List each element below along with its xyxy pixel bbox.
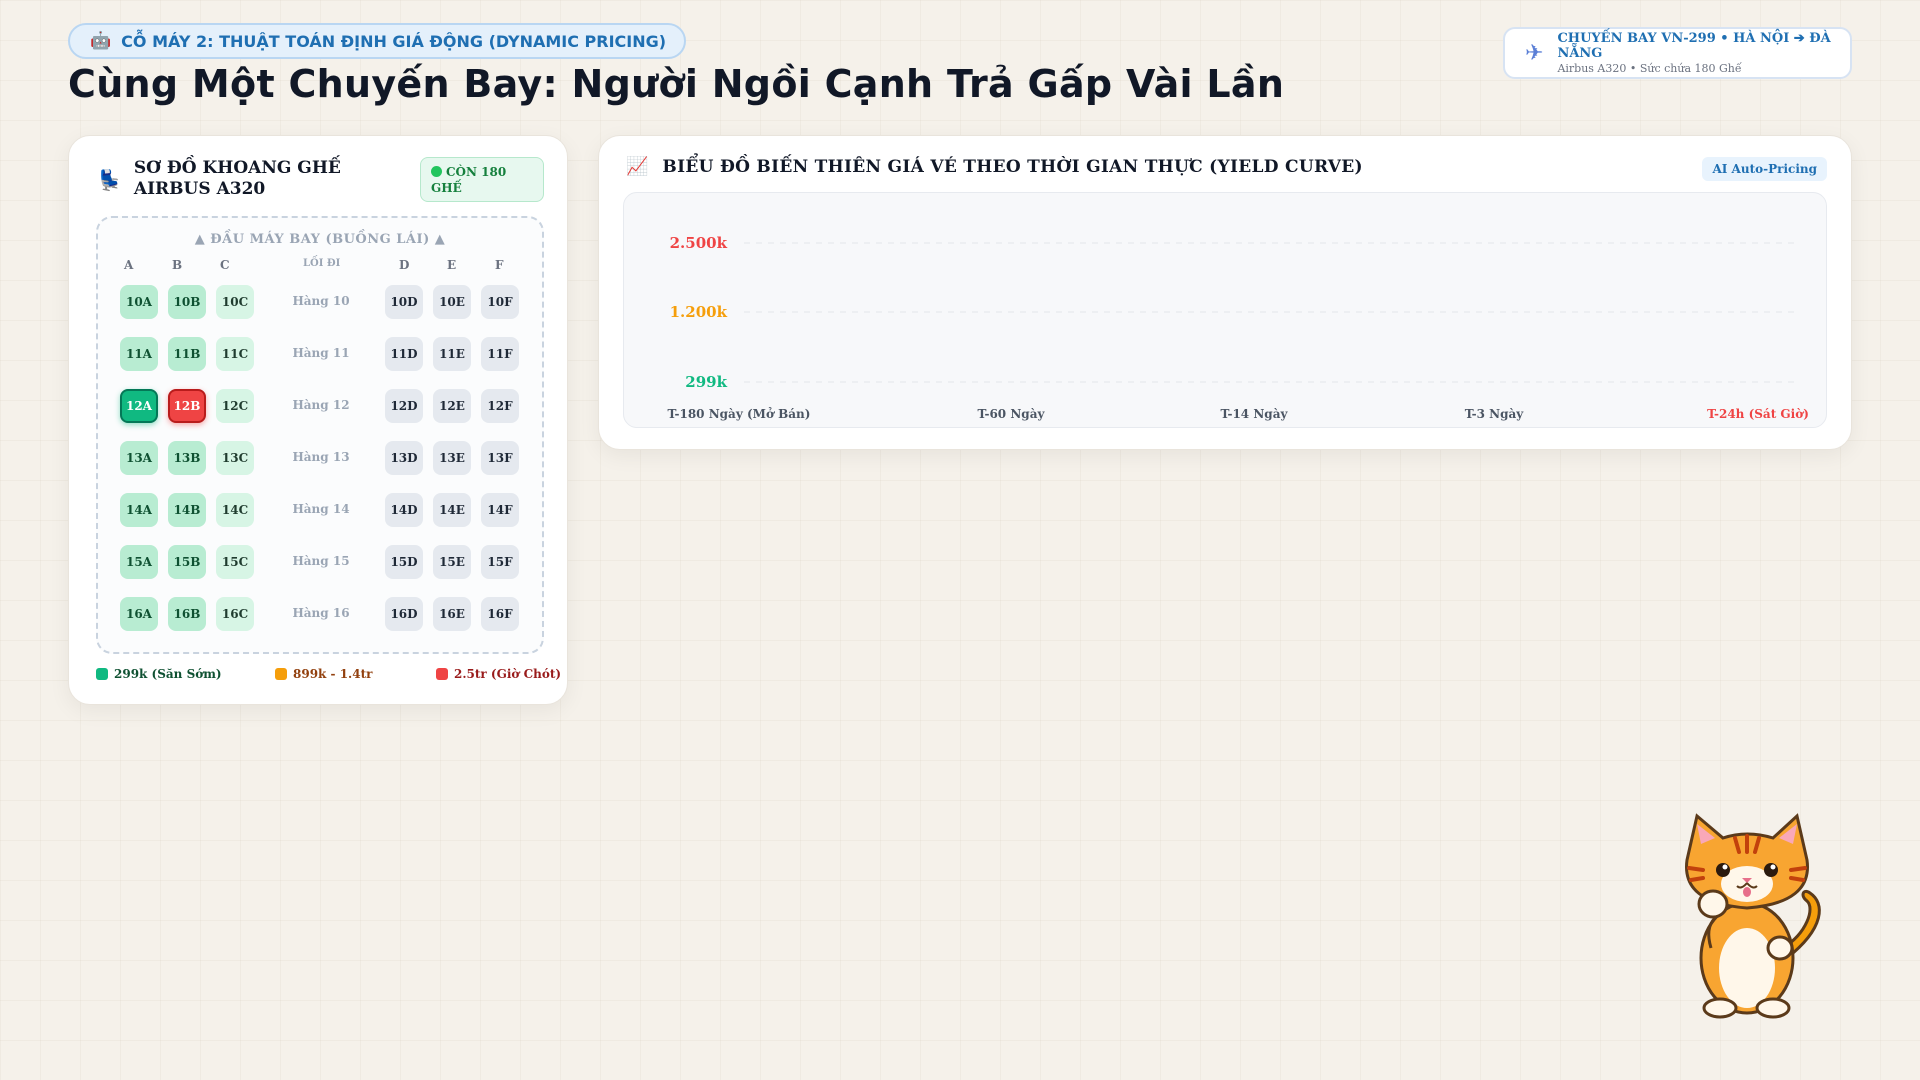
legend-swatch — [96, 668, 108, 680]
seat-16a[interactable]: 16A — [120, 597, 158, 631]
legend-swatch — [436, 668, 448, 680]
seat-14a[interactable]: 14A — [120, 493, 158, 527]
seat-11d[interactable]: 11D — [385, 337, 423, 371]
legend-swatch — [275, 668, 287, 680]
seat-16f[interactable]: 16F — [481, 597, 519, 631]
x-tick-label: T-60 Ngày — [978, 407, 1046, 421]
y-tick-label: 1.200k — [670, 303, 728, 321]
row-label: Hàng 12 — [292, 398, 350, 412]
legend-item: 2.5tr (Giờ Chót) — [436, 667, 561, 681]
seat-13d[interactable]: 13D — [385, 441, 423, 475]
x-tick-label: T-3 Ngày — [1465, 407, 1525, 421]
seat-15b[interactable]: 15B — [168, 545, 206, 579]
seat-icon: 💺 — [97, 168, 122, 192]
seat-10a[interactable]: 10A — [120, 285, 158, 319]
seat-11e[interactable]: 11E — [433, 337, 471, 371]
legend-label: 299k (Săn Sớm) — [114, 667, 222, 681]
seat-11c[interactable]: 11C — [216, 337, 254, 371]
seat-14d[interactable]: 14D — [385, 493, 423, 527]
x-tick-label: T-24h (Sát Giờ) — [1707, 407, 1809, 421]
column-letter-c: C — [220, 258, 230, 272]
row-label: Hàng 10 — [292, 294, 350, 308]
legend-item: 899k - 1.4tr — [275, 667, 372, 681]
chart-header: 📈 BIỂU ĐỒ BIẾN THIÊN GIÁ VÉ THEO THỜI GI… — [626, 156, 1363, 177]
seat-12a[interactable]: 12A — [120, 389, 158, 423]
robot-icon: 🤖 — [90, 31, 112, 51]
seat-10f[interactable]: 10F — [481, 285, 519, 319]
seat-15f[interactable]: 15F — [481, 545, 519, 579]
seat-13a[interactable]: 13A — [120, 441, 158, 475]
seat-14e[interactable]: 14E — [433, 493, 471, 527]
seat-10c[interactable]: 10C — [216, 285, 254, 319]
seat-16e[interactable]: 16E — [433, 597, 471, 631]
aisle-label: LỐI ĐI — [303, 258, 341, 269]
seat-14b[interactable]: 14B — [168, 493, 206, 527]
section-badge-label: CỖ MÁY 2: THUẬT TOÁN ĐỊNH GIÁ ĐỘNG (DYNA… — [121, 31, 667, 51]
seat-12e[interactable]: 12E — [433, 389, 471, 423]
seat-map-header: 💺 SƠ ĐỒ KHOANG GHẾ AIRBUS A320 — [97, 158, 404, 200]
remaining-seats-badge: CÒN 180 GHẾ — [420, 157, 544, 202]
legend-item: 299k (Săn Sớm) — [96, 667, 222, 681]
column-letter-e: E — [447, 258, 457, 272]
airplane-icon: ✈ — [1525, 40, 1544, 66]
seat-16b[interactable]: 16B — [168, 597, 206, 631]
seat-map-title: SƠ ĐỒ KHOANG GHẾ AIRBUS A320 — [133, 158, 341, 199]
section-badge: 🤖 CỖ MÁY 2: THUẬT TOÁN ĐỊNH GIÁ ĐỘNG (DY… — [68, 23, 687, 59]
column-letter-d: D — [399, 258, 410, 272]
yield-curve-chart: 2.500k 1.200k 299k T-180 Ngày (Mở Bán) T-60 … — [668, 234, 1809, 421]
seat-15c[interactable]: 15C — [216, 545, 254, 579]
seat-12d[interactable]: 12D — [385, 389, 423, 423]
seat-11b[interactable]: 11B — [168, 337, 206, 371]
cat-mascot-icon — [1675, 808, 1825, 1028]
y-tick-label: 2.500k — [670, 234, 728, 252]
seat-13c[interactable]: 13C — [216, 441, 254, 475]
ai-pricing-badge: AI Auto-Pricing — [1702, 157, 1827, 181]
seat-11f[interactable]: 11F — [481, 337, 519, 371]
column-letter-b: B — [172, 258, 183, 272]
seat-10e[interactable]: 10E — [433, 285, 471, 319]
y-tick-label: 299k — [685, 373, 727, 391]
legend-label: 899k - 1.4tr — [293, 667, 373, 681]
row-label: Hàng 16 — [292, 606, 350, 620]
seat-14c[interactable]: 14C — [216, 493, 254, 527]
seat-12f[interactable]: 12F — [481, 389, 519, 423]
seat-12b[interactable]: 12B — [168, 389, 206, 423]
row-label: Hàng 15 — [292, 554, 350, 568]
yield-chart-card: 📈 BIỂU ĐỒ BIẾN THIÊN GIÁ VÉ THEO THỜI GI… — [598, 135, 1852, 450]
flight-info-card: ✈ CHUYẾN BAY VN-299 • HÀ NỘI ➔ ĐÀ NẴNG A… — [1503, 27, 1852, 79]
row-label: Hàng 13 — [292, 450, 350, 464]
chart-plot-area: 2.500k 1.200k 299k T-180 Ngày (Mở Bán) T-60 … — [623, 192, 1827, 428]
status-dot-icon — [431, 166, 442, 177]
chart-line-icon: 📈 — [626, 156, 649, 177]
flight-subtitle: Airbus A320 • Sức chứa 180 Ghế — [1557, 62, 1742, 75]
seat-15d[interactable]: 15D — [385, 545, 423, 579]
seat-10b[interactable]: 10B — [168, 285, 206, 319]
row-label: Hàng 11 — [292, 346, 350, 360]
seat-11a[interactable]: 11A — [120, 337, 158, 371]
chart-title: BIỂU ĐỒ BIẾN THIÊN GIÁ VÉ THEO THỜI GIAN… — [662, 156, 1363, 177]
seat-15e[interactable]: 15E — [433, 545, 471, 579]
remaining-seats-label: CÒN 180 GHẾ — [431, 165, 507, 195]
x-tick-label: T-14 Ngày — [1221, 407, 1289, 421]
row-label: Hàng 14 — [292, 502, 350, 516]
seat-13f[interactable]: 13F — [481, 441, 519, 475]
seat-13b[interactable]: 13B — [168, 441, 206, 475]
seat-15a[interactable]: 15A — [120, 545, 158, 579]
seat-13e[interactable]: 13E — [433, 441, 471, 475]
cockpit-label: ▲ ĐẦU MÁY BAY (BUỒNG LÁI) ▲ — [194, 232, 446, 247]
seat-16c[interactable]: 16C — [216, 597, 254, 631]
seat-map-card: 💺 SƠ ĐỒ KHOANG GHẾ AIRBUS A320 CÒN 180 G… — [68, 135, 568, 705]
x-tick-label: T-180 Ngày (Mở Bán) — [668, 406, 811, 421]
legend-label: 2.5tr (Giờ Chót) — [454, 667, 562, 681]
page-title: Cùng Một Chuyến Bay: Người Ngồi Cạnh Trả… — [68, 62, 1285, 106]
seat-12c[interactable]: 12C — [216, 389, 254, 423]
seat-14f[interactable]: 14F — [481, 493, 519, 527]
column-letter-a: A — [124, 258, 134, 272]
seat-16d[interactable]: 16D — [385, 597, 423, 631]
column-letter-f: F — [495, 258, 504, 272]
cabin-layout: ▲ ĐẦU MÁY BAY (BUỒNG LÁI) ▲ LỐI ĐI A B C D E… — [96, 216, 544, 654]
flight-title: CHUYẾN BAY VN-299 • HÀ NỘI ➔ ĐÀ NẴNG — [1557, 31, 1831, 61]
seat-10d[interactable]: 10D — [385, 285, 423, 319]
